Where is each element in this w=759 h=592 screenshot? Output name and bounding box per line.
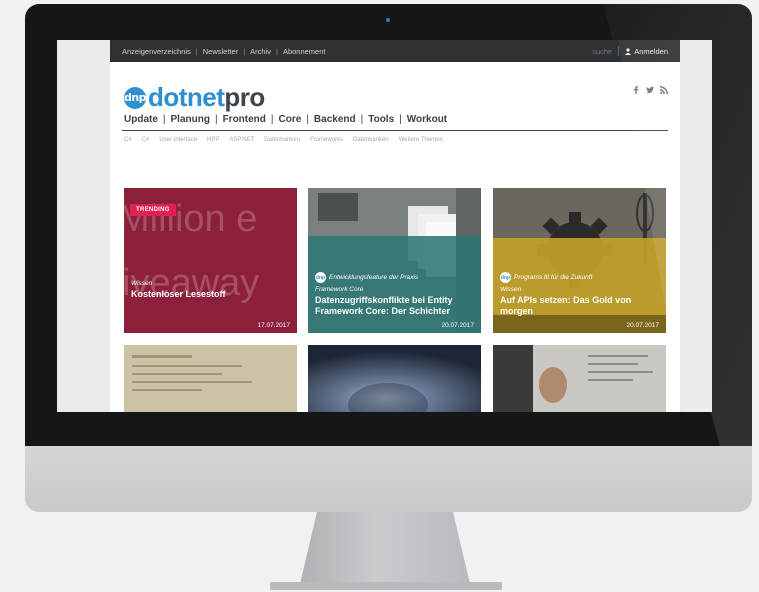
person-screen-image (493, 345, 666, 412)
article-card-apis[interactable]: dnp Programs fit für die Zukunft Wissen … (493, 188, 666, 333)
card-date: 20.07.2017 (626, 322, 659, 329)
card-source-label: Programs fit für die Zukunft (514, 274, 593, 281)
separator: | (214, 114, 218, 125)
top-utility-bar: Anzeigenverzeichnis | Newsletter | Archi… (110, 40, 680, 62)
card-category: Wissen (500, 286, 522, 293)
topbar-link-archiv[interactable]: Archiv (250, 47, 271, 56)
card-title: Datenzugriffskonflikte bei Entity Framew… (315, 295, 453, 316)
social-links (632, 86, 668, 94)
separator: · (392, 137, 395, 143)
logo-badge: dnp (124, 86, 147, 109)
logo-wordmark: dotnetpro (148, 82, 265, 113)
nav-tools[interactable]: Tools (368, 114, 394, 125)
search-field[interactable]: suche (592, 47, 612, 56)
article-card-entity-framework[interactable]: dnp Entwicklungsfeature der Praxis Frame… (308, 188, 481, 333)
main-navigation: Update | Planung | Frontend | Core | Bac… (122, 110, 668, 131)
separator: | (306, 114, 309, 125)
topbar-link-anzeigen[interactable]: Anzeigenverzeichnis (122, 47, 191, 56)
nav-backend[interactable]: Backend (314, 114, 356, 125)
login-link[interactable]: Anmelden (625, 47, 668, 56)
subnav-item[interactable]: C# (124, 137, 132, 143)
monitor-screen: Anzeigenverzeichnis | Newsletter | Archi… (57, 40, 712, 412)
facebook-icon[interactable] (632, 86, 640, 94)
card-category: Framework Core (315, 286, 364, 293)
login-label: Anmelden (634, 46, 668, 56)
header: dnp dotnetpro (110, 62, 680, 113)
article-card-lesestoff[interactable]: Million e iveaway TRENDING Wissen Kosten… (124, 188, 297, 333)
divider (618, 46, 620, 56)
card-date: 17.07.2017 (257, 322, 290, 329)
logo-wordmark-part1: dotnet (148, 82, 225, 112)
subnav-item[interactable]: Weitere Themen (399, 137, 443, 143)
globe-image (308, 345, 481, 412)
separator: · (223, 137, 226, 143)
separator: · (153, 137, 156, 143)
card-source-label: Entwicklungsfeature der Praxis (329, 274, 419, 281)
camera-dot (386, 18, 390, 22)
text-document-image (124, 345, 297, 412)
sub-navigation: C# · C# · User Interface · HPP · ASP.NET · Da… (122, 131, 668, 143)
card-category: Wissen (131, 280, 153, 287)
nav-workout[interactable]: Workout (407, 114, 447, 125)
separator: · (303, 137, 306, 143)
card-title: Kostenloser Lesestoff (131, 289, 226, 299)
topbar-link-abonnement[interactable]: Abonnement (283, 47, 326, 56)
user-icon (625, 47, 632, 55)
separator: | (275, 46, 278, 56)
separator: | (360, 114, 364, 125)
trending-badge: TRENDING (130, 204, 176, 216)
subnav-item[interactable]: Frameworks (310, 137, 343, 143)
nav-frontend[interactable]: Frontend (223, 114, 266, 125)
separator: · (258, 137, 261, 143)
separator: | (195, 46, 198, 56)
subnav-item[interactable]: Datenbanken (353, 137, 389, 143)
separator: · (347, 137, 349, 143)
nav-update[interactable]: Update (124, 114, 158, 125)
site-logo[interactable]: dnp dotnetpro (124, 82, 265, 113)
subnav-item[interactable]: Datenbanken (264, 137, 300, 143)
dnp-mini-logo-icon: dnp (500, 272, 511, 283)
twitter-icon[interactable] (646, 86, 654, 94)
separator: | (270, 114, 274, 125)
monitor-chin (25, 446, 752, 512)
nav-planung[interactable]: Planung (171, 114, 210, 125)
subnav-item[interactable]: ASP.NET (229, 137, 254, 143)
article-card-row2-1[interactable] (124, 345, 297, 412)
subnav-item[interactable]: User Interface (159, 137, 197, 143)
card-title: Auf APIs setzen: Das Gold von morgen (500, 295, 632, 316)
rss-icon[interactable] (660, 86, 668, 94)
logo-wordmark-part2: pro (224, 82, 265, 112)
separator: | (162, 114, 166, 125)
card-source-pill: dnp Programs fit für die Zukunft (500, 272, 659, 283)
separator: | (399, 114, 402, 125)
separator: · (201, 137, 204, 143)
card-source-pill: dnp Entwicklungsfeature der Praxis (315, 272, 474, 283)
article-card-row2-3[interactable] (493, 345, 666, 412)
subnav-item[interactable]: HPP (207, 137, 219, 143)
dnp-mini-logo-icon: dnp (315, 272, 326, 283)
subnav-item[interactable]: C# (142, 137, 150, 143)
monitor-stand-base (270, 582, 502, 590)
topbar-link-newsletter[interactable]: Newsletter (203, 47, 238, 56)
separator: | (243, 46, 246, 56)
card-date: 20.07.2017 (441, 322, 474, 329)
nav-core[interactable]: Core (279, 114, 302, 125)
separator: · (135, 137, 138, 143)
website-page: Anzeigenverzeichnis | Newsletter | Archi… (110, 40, 680, 412)
article-card-row2-2[interactable] (308, 345, 481, 412)
monitor-stand (300, 512, 470, 584)
